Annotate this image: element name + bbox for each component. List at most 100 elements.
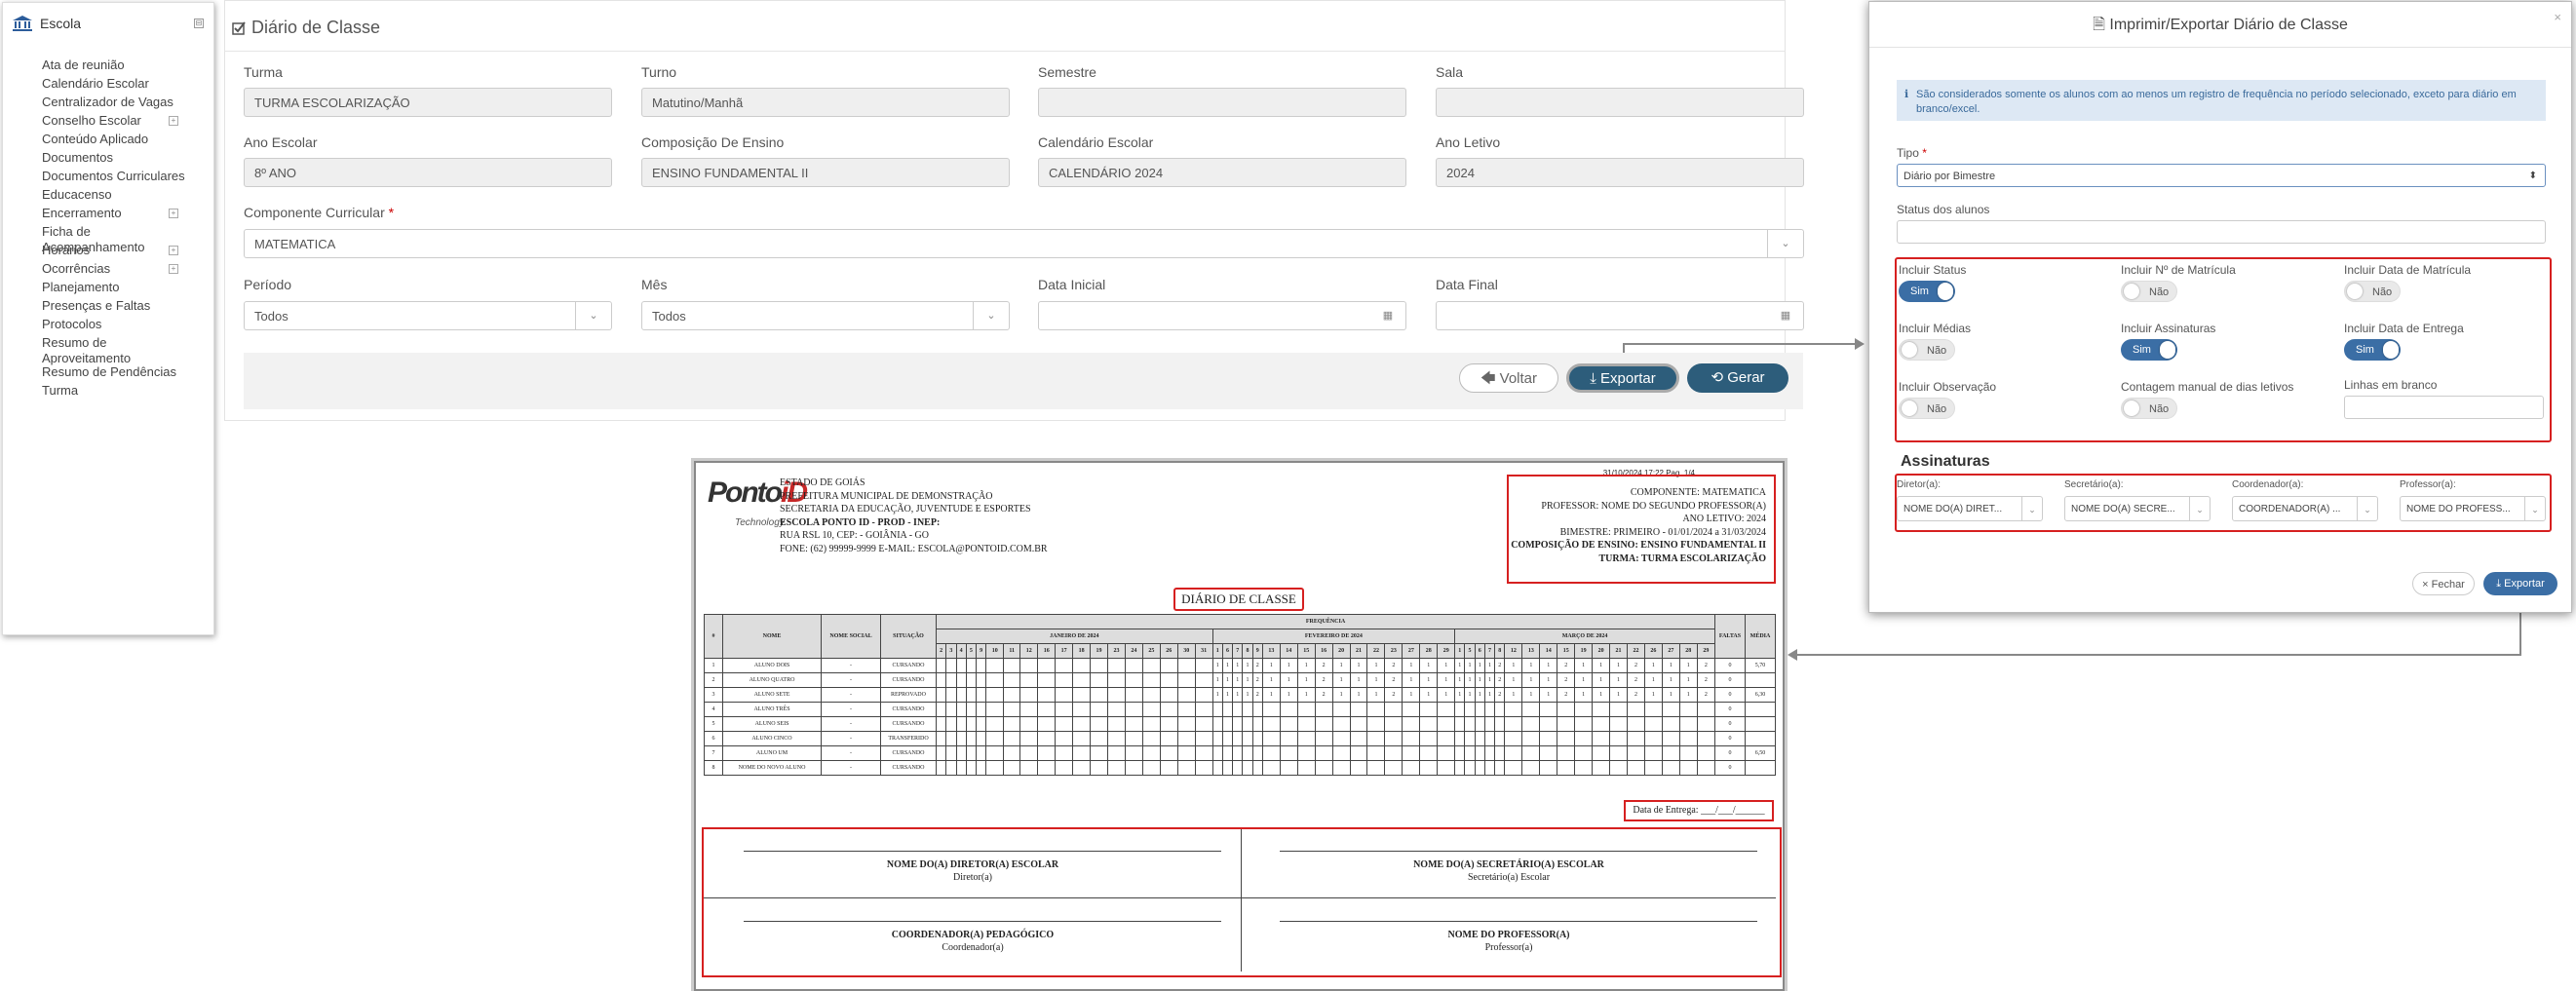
turma-field[interactable]: TURMA ESCOLARIZAÇÃO [244, 88, 612, 117]
calendar-icon[interactable]: ▦ [1768, 302, 1803, 329]
composicao-field[interactable]: ENSINO FUNDAMENTAL II [641, 158, 1010, 187]
attendance-cell [1661, 716, 1680, 732]
data-inicial-field[interactable]: ▦ [1038, 301, 1406, 330]
attendance-cell [935, 731, 947, 746]
sidebar-item[interactable]: Documentos Curriculares [42, 169, 188, 184]
componente-select[interactable]: MATEMATICA ⌄ [244, 229, 1804, 258]
close-icon[interactable]: × [2554, 10, 2561, 24]
attendance-cell [1106, 658, 1126, 673]
table-cell: ALUNO CINCO [722, 731, 822, 746]
linhas-branco-field[interactable] [2344, 396, 2544, 419]
data-final-field[interactable]: ▦ [1436, 301, 1804, 330]
toggle-switch[interactable]: Sim [1899, 281, 1955, 302]
fechar-button[interactable]: × Fechar [2412, 572, 2475, 595]
toggle-switch[interactable]: Não [2344, 281, 2401, 302]
sidebar-item[interactable]: Presenças e Faltas [42, 298, 188, 314]
day-header: 1 [1211, 643, 1223, 659]
table-cell: - [821, 731, 881, 746]
table-cell: 5,70 [1745, 658, 1776, 673]
expand-icon[interactable]: + [169, 116, 178, 126]
attendance-cell [1141, 687, 1161, 703]
signature-value: NOME DO PROFESS... [2406, 504, 2511, 515]
status-alunos-field[interactable] [1897, 220, 2546, 244]
sidebar-item-label: Horários [42, 243, 91, 257]
sidebar-item[interactable]: Ata de reunião [42, 57, 188, 73]
sidebar-item[interactable]: Calendário Escolar [42, 76, 188, 92]
attendance-cell [1221, 731, 1234, 746]
signature-select[interactable]: NOME DO PROFESS... ⌄ [2400, 496, 2546, 521]
attendance-cell [985, 731, 1005, 746]
attendance-cell [935, 658, 947, 673]
exportar-button[interactable]: ⤓ Exportar [1566, 363, 1679, 393]
toggle-switch[interactable]: Sim [2121, 339, 2177, 361]
sidebar-item[interactable]: Turma [42, 383, 188, 399]
day-header: 21 [1609, 643, 1628, 659]
day-header: 22 [1626, 643, 1645, 659]
sala-field[interactable] [1436, 88, 1804, 117]
tipo-select[interactable]: Diário por Bimestre ⬍ [1897, 164, 2546, 187]
periodo-select[interactable]: Todos ⌄ [244, 301, 612, 330]
signature-role: Coordenador(a) [942, 942, 1004, 953]
attendance-cell [1232, 745, 1244, 761]
tipo-label-text: Tipo [1897, 146, 1919, 160]
toggle-switch[interactable]: Não [2121, 281, 2177, 302]
toggle-switch[interactable]: Sim [2344, 339, 2401, 361]
sidebar-item[interactable]: Educacenso [42, 187, 188, 203]
attendance-cell [1402, 716, 1421, 732]
attendance-cell: 1 [1221, 672, 1234, 688]
sidebar-item[interactable]: Resumo de Aproveitamento [42, 335, 188, 366]
attendance-cell: 1 [1574, 687, 1594, 703]
sidebar-item[interactable]: Encerramento + [42, 206, 188, 221]
gerar-button[interactable]: ⟲ Gerar [1687, 363, 1788, 393]
attendance-cell: 1 [1474, 687, 1485, 703]
toggle-switch[interactable]: Não [1899, 398, 1955, 419]
expand-icon[interactable]: + [169, 264, 178, 274]
signature-select[interactable]: COORDENADOR(A) ... ⌄ [2232, 496, 2378, 521]
sidebar-item[interactable]: Ocorrências + [42, 261, 188, 277]
modal-divider [1869, 47, 2571, 48]
sidebar-item[interactable]: Planejamento [42, 280, 188, 295]
calendario-field[interactable]: CALENDÁRIO 2024 [1038, 158, 1406, 187]
ano-escolar-field[interactable]: 8º ANO [244, 158, 612, 187]
signature-select[interactable]: NOME DO(A) SECRE... ⌄ [2064, 496, 2211, 521]
voltar-button[interactable]: 🡄 Voltar [1459, 363, 1558, 393]
attendance-cell [955, 702, 967, 717]
modal-exportar-button[interactable]: ⤓ Exportar [2483, 572, 2557, 595]
sidebar-item[interactable]: Documentos [42, 150, 188, 166]
attendance-cell [1437, 760, 1456, 776]
signature-select[interactable]: NOME DO(A) DIRET... ⌄ [1897, 496, 2043, 521]
toggle-switch[interactable]: Não [1899, 339, 1955, 361]
chevron-down-icon: ⌄ [2189, 497, 2210, 520]
semestre-field[interactable] [1038, 88, 1406, 117]
attendance-cell [1574, 731, 1594, 746]
mes-select[interactable]: Todos ⌄ [641, 301, 1010, 330]
sidebar-item[interactable]: Conselho Escolar + [42, 113, 188, 129]
day-header: 6 [1221, 643, 1234, 659]
attendance-cell: 1 [1678, 658, 1698, 673]
sidebar-header[interactable]: Escola [13, 16, 81, 31]
calendar-icon[interactable]: ▦ [1370, 302, 1405, 329]
attendance-cell [1159, 716, 1178, 732]
sidebar-item[interactable]: Conteúdo Aplicado [42, 132, 188, 147]
attendance-cell [1251, 716, 1263, 732]
ano-letivo-field[interactable]: 2024 [1436, 158, 1804, 187]
expand-icon[interactable]: + [169, 246, 178, 255]
sidebar-item[interactable]: Horários + [42, 243, 188, 258]
toggle-switch[interactable]: Não [2121, 398, 2177, 419]
attendance-cell [1696, 745, 1716, 761]
attendance-cell: 2 [1251, 658, 1263, 673]
collapse-icon[interactable]: ⊟ [194, 19, 204, 28]
turno-field[interactable]: Matutino/Manhã [641, 88, 1010, 117]
sidebar-item[interactable]: Centralizador de Vagas [42, 95, 188, 110]
day-header: 7 [1483, 643, 1496, 659]
attendance-cell [1090, 658, 1108, 673]
day-header: 13 [1261, 643, 1281, 659]
expand-icon[interactable]: + [169, 209, 178, 218]
attendance-cell: 2 [1557, 658, 1576, 673]
sidebar-item[interactable]: Protocolos [42, 317, 188, 332]
table-cell: 3 [704, 687, 723, 703]
sidebar-item[interactable]: Resumo de Pendências [42, 364, 188, 380]
turma-label: Turma [244, 64, 283, 80]
table-cell: ALUNO QUATRO [722, 672, 822, 688]
attendance-cell [1464, 745, 1476, 761]
